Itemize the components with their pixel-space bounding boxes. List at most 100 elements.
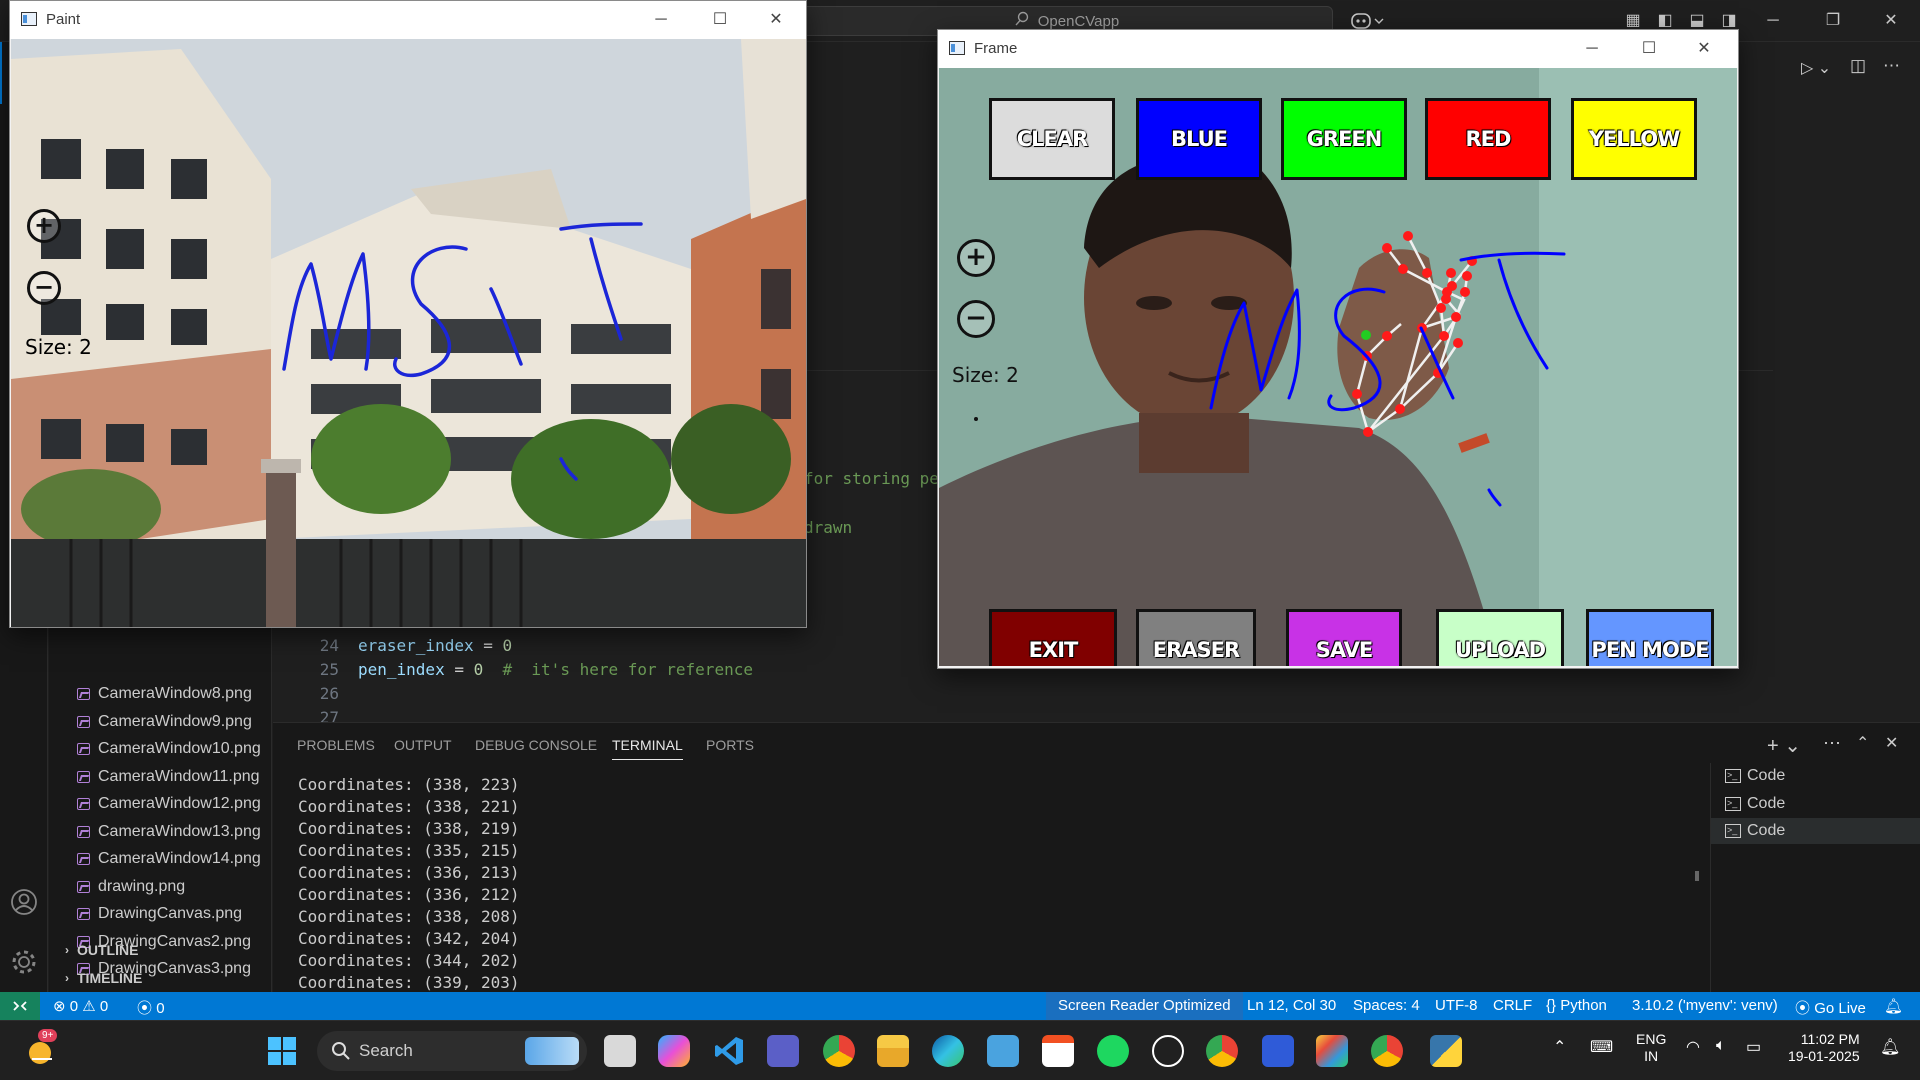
language-label: Python xyxy=(1560,997,1607,1014)
problems-status[interactable]: ⊗ 0 ⚠ 0 xyxy=(53,997,108,1015)
action-button-eraser[interactable]: ERASER xyxy=(1136,609,1256,666)
paint-canvas[interactable]: + − Size: 2 xyxy=(11,39,806,627)
teams-icon[interactable] xyxy=(767,1035,799,1067)
more-actions-icon[interactable]: ⋯ xyxy=(1823,733,1841,754)
edge-icon[interactable] xyxy=(932,1035,964,1067)
action-button-exit[interactable]: EXIT xyxy=(989,609,1117,666)
file-item[interactable]: CameraWindow8.png xyxy=(77,681,252,707)
show-hidden-icons[interactable]: ⌃ xyxy=(1553,1037,1566,1057)
terminal-scrollbar[interactable] xyxy=(1693,763,1701,993)
split-editor-icon[interactable]: ◫ xyxy=(1850,56,1866,76)
action-button-pen-mode[interactable]: PEN MODE xyxy=(1586,609,1714,666)
account-icon[interactable] xyxy=(10,888,38,916)
new-terminal-icon[interactable]: + ⌄ xyxy=(1767,733,1801,758)
input-language[interactable]: ENG IN xyxy=(1636,1031,1666,1065)
zoom-in-button[interactable]: + xyxy=(957,239,995,277)
file-item[interactable]: CameraWindow14.png xyxy=(77,846,261,872)
terminal-line: Coordinates: (338, 221) xyxy=(298,797,520,816)
notification-center-icon[interactable]: 🔔︎ xyxy=(1880,1037,1900,1057)
chrome-icon[interactable] xyxy=(1371,1035,1403,1067)
chatgpt-icon[interactable] xyxy=(1152,1035,1184,1067)
go-live[interactable]: ⦿ Go Live xyxy=(1795,997,1866,1018)
file-explorer-icon[interactable] xyxy=(877,1035,909,1067)
panel-tab[interactable]: TERMINAL xyxy=(612,737,683,760)
terminal-instance[interactable]: >_ Code xyxy=(1711,818,1920,844)
color-button-red[interactable]: RED xyxy=(1425,98,1551,180)
terminal-instance[interactable]: >_ Code xyxy=(1711,791,1920,817)
wifi-icon[interactable]: ◠ xyxy=(1686,1037,1700,1057)
volume-icon[interactable]: 🔈︎ xyxy=(1716,1037,1726,1055)
close-icon[interactable]: ✕ xyxy=(1694,39,1714,59)
python-interpreter[interactable]: 3.10.2 ('myenv': venv) xyxy=(1632,997,1778,1014)
weather-widget[interactable]: 9+ xyxy=(24,1029,60,1069)
file-item[interactable]: CameraWindow10.png xyxy=(77,736,261,762)
chrome-icon[interactable] xyxy=(1206,1035,1238,1067)
frame-title-bar[interactable]: Frame ─ ☐ ✕ xyxy=(938,30,1738,68)
maximize-icon[interactable]: ❐ xyxy=(1818,8,1848,34)
clock[interactable]: 11:02 PM 19-01-2025 xyxy=(1788,1031,1860,1065)
end-of-line[interactable]: CRLF xyxy=(1493,997,1532,1014)
panel-tab[interactable]: PROBLEMS xyxy=(297,737,375,753)
color-button-yellow[interactable]: YELLOW xyxy=(1571,98,1697,180)
task-view-icon[interactable] xyxy=(604,1035,636,1067)
battery-icon[interactable]: ▭ xyxy=(1746,1037,1761,1057)
notifications-bell-icon[interactable]: 🔔︎ xyxy=(1884,997,1903,1015)
camera-feed[interactable]: CLEAR BLUE GREEN RED YELLOW EXIT ERASER SAVE UP… xyxy=(939,68,1737,666)
paint-title-bar[interactable]: Paint ─ ☐ ✕ xyxy=(10,1,806,39)
minimize-icon[interactable]: ─ xyxy=(1758,8,1788,34)
outline-section[interactable]: › OUTLINE xyxy=(65,939,138,961)
more-actions-icon[interactable]: ⋯ xyxy=(1883,56,1900,76)
action-button-save[interactable]: SAVE xyxy=(1286,609,1402,666)
file-item[interactable]: CameraWindow12.png xyxy=(77,791,261,817)
remote-indicator[interactable] xyxy=(0,992,40,1020)
file-item[interactable]: CameraWindow11.png xyxy=(77,764,260,790)
manage-gear-icon[interactable] xyxy=(10,948,38,976)
panel-tab[interactable]: OUTPUT xyxy=(394,737,452,753)
language-mode[interactable]: {} Python xyxy=(1546,997,1607,1014)
screen-reader-status[interactable]: Screen Reader Optimized xyxy=(1046,992,1243,1020)
start-windows-icon[interactable] xyxy=(266,1035,298,1067)
broadcast-icon: ⦿ xyxy=(137,1000,153,1017)
maximize-icon[interactable]: ☐ xyxy=(710,10,730,30)
close-icon[interactable]: ✕ xyxy=(1876,8,1906,34)
indentation[interactable]: Spaces: 4 xyxy=(1353,997,1420,1014)
color-button-blue[interactable]: BLUE xyxy=(1136,98,1262,180)
file-item[interactable]: DrawingCanvas.png xyxy=(77,901,242,927)
ports-status[interactable]: ⦿ 0 xyxy=(137,997,165,1018)
bluestacks-icon[interactable] xyxy=(1316,1035,1348,1067)
minimize-icon[interactable]: ─ xyxy=(1582,39,1602,59)
zoom-in-button[interactable]: + xyxy=(27,209,61,243)
file-item[interactable]: CameraWindow13.png xyxy=(77,819,261,845)
maximize-panel-icon[interactable]: ⌃ xyxy=(1856,733,1869,753)
run-python-icon[interactable]: ▷ ⌄ xyxy=(1801,58,1831,78)
taskbar-search[interactable]: Search xyxy=(317,1031,587,1071)
copilot-icon[interactable] xyxy=(658,1035,690,1067)
cursor-position[interactable]: Ln 12, Col 30 xyxy=(1247,997,1336,1014)
keyboard-icon[interactable]: ⌨ xyxy=(1590,1037,1613,1057)
encoding[interactable]: UTF-8 xyxy=(1435,997,1478,1014)
panel-tab[interactable]: PORTS xyxy=(706,737,754,753)
color-button-green[interactable]: GREEN xyxy=(1281,98,1407,180)
file-item[interactable]: CameraWindow9.png xyxy=(77,709,252,735)
file-name: drawing.png xyxy=(98,877,186,895)
terminal-instance[interactable]: >_ Code xyxy=(1711,763,1920,789)
app-icon[interactable] xyxy=(1262,1035,1294,1067)
notification-badge: 9+ xyxy=(38,1029,58,1042)
timeline-section[interactable]: › TIMELINE xyxy=(65,967,142,989)
zoom-out-button[interactable]: − xyxy=(27,271,61,305)
close-panel-icon[interactable]: ✕ xyxy=(1885,733,1898,753)
file-item[interactable]: drawing.png xyxy=(77,874,185,900)
color-button-clear[interactable]: CLEAR xyxy=(989,98,1115,180)
notepad-icon[interactable] xyxy=(987,1035,1019,1067)
spotify-icon[interactable] xyxy=(1097,1035,1129,1067)
zoom-out-button[interactable]: − xyxy=(957,300,995,338)
panel-tab[interactable]: DEBUG CONSOLE xyxy=(475,737,597,753)
minimize-icon[interactable]: ─ xyxy=(651,10,671,30)
vscode-icon[interactable] xyxy=(713,1035,745,1067)
store-icon[interactable] xyxy=(1042,1035,1074,1067)
close-icon[interactable]: ✕ xyxy=(766,10,786,30)
maximize-icon[interactable]: ☐ xyxy=(1639,39,1659,59)
action-button-upload[interactable]: UPLOAD xyxy=(1436,609,1564,666)
python-app-icon[interactable] xyxy=(1430,1035,1462,1067)
chrome-profile-icon[interactable] xyxy=(823,1035,855,1067)
